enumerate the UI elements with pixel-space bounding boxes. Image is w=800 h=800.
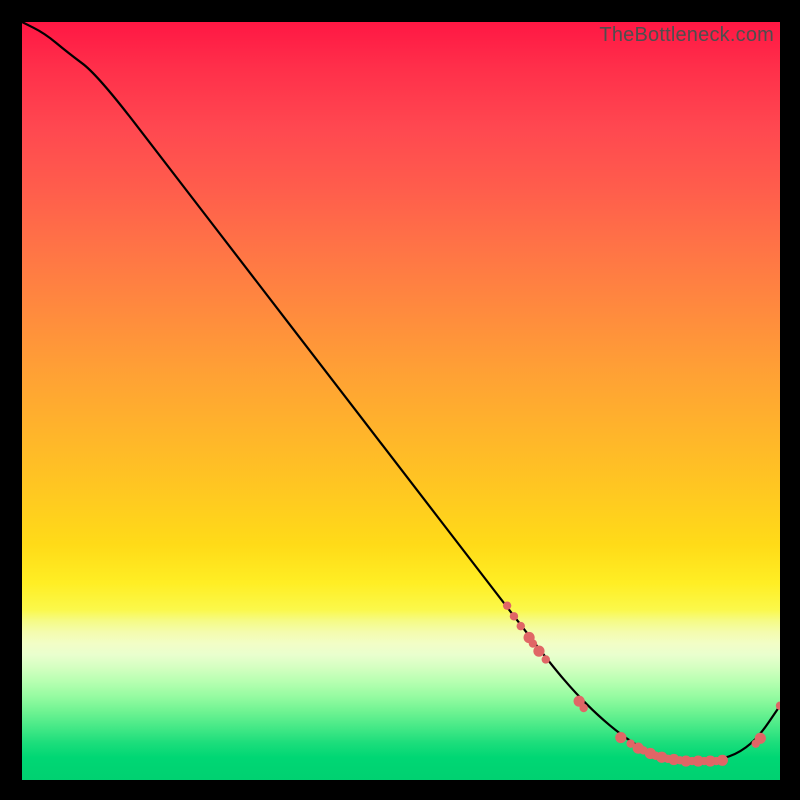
- marker-dot: [755, 733, 766, 744]
- marker-dot: [533, 646, 544, 657]
- marker-dot: [503, 601, 511, 609]
- curve-layer: [22, 22, 780, 780]
- marker-group: [503, 601, 780, 766]
- marker-dot: [615, 732, 626, 743]
- bottleneck-curve-path: [22, 22, 780, 760]
- plot-area: TheBottleneck.com: [22, 22, 780, 780]
- chart-stage: TheBottleneck.com: [0, 0, 800, 800]
- watermark-text: TheBottleneck.com: [599, 24, 774, 47]
- marker-dot: [717, 755, 728, 766]
- marker-dot: [579, 704, 587, 712]
- marker-dot: [776, 702, 780, 710]
- marker-dot: [517, 622, 525, 630]
- marker-dot: [510, 612, 518, 620]
- marker-dot: [542, 655, 550, 663]
